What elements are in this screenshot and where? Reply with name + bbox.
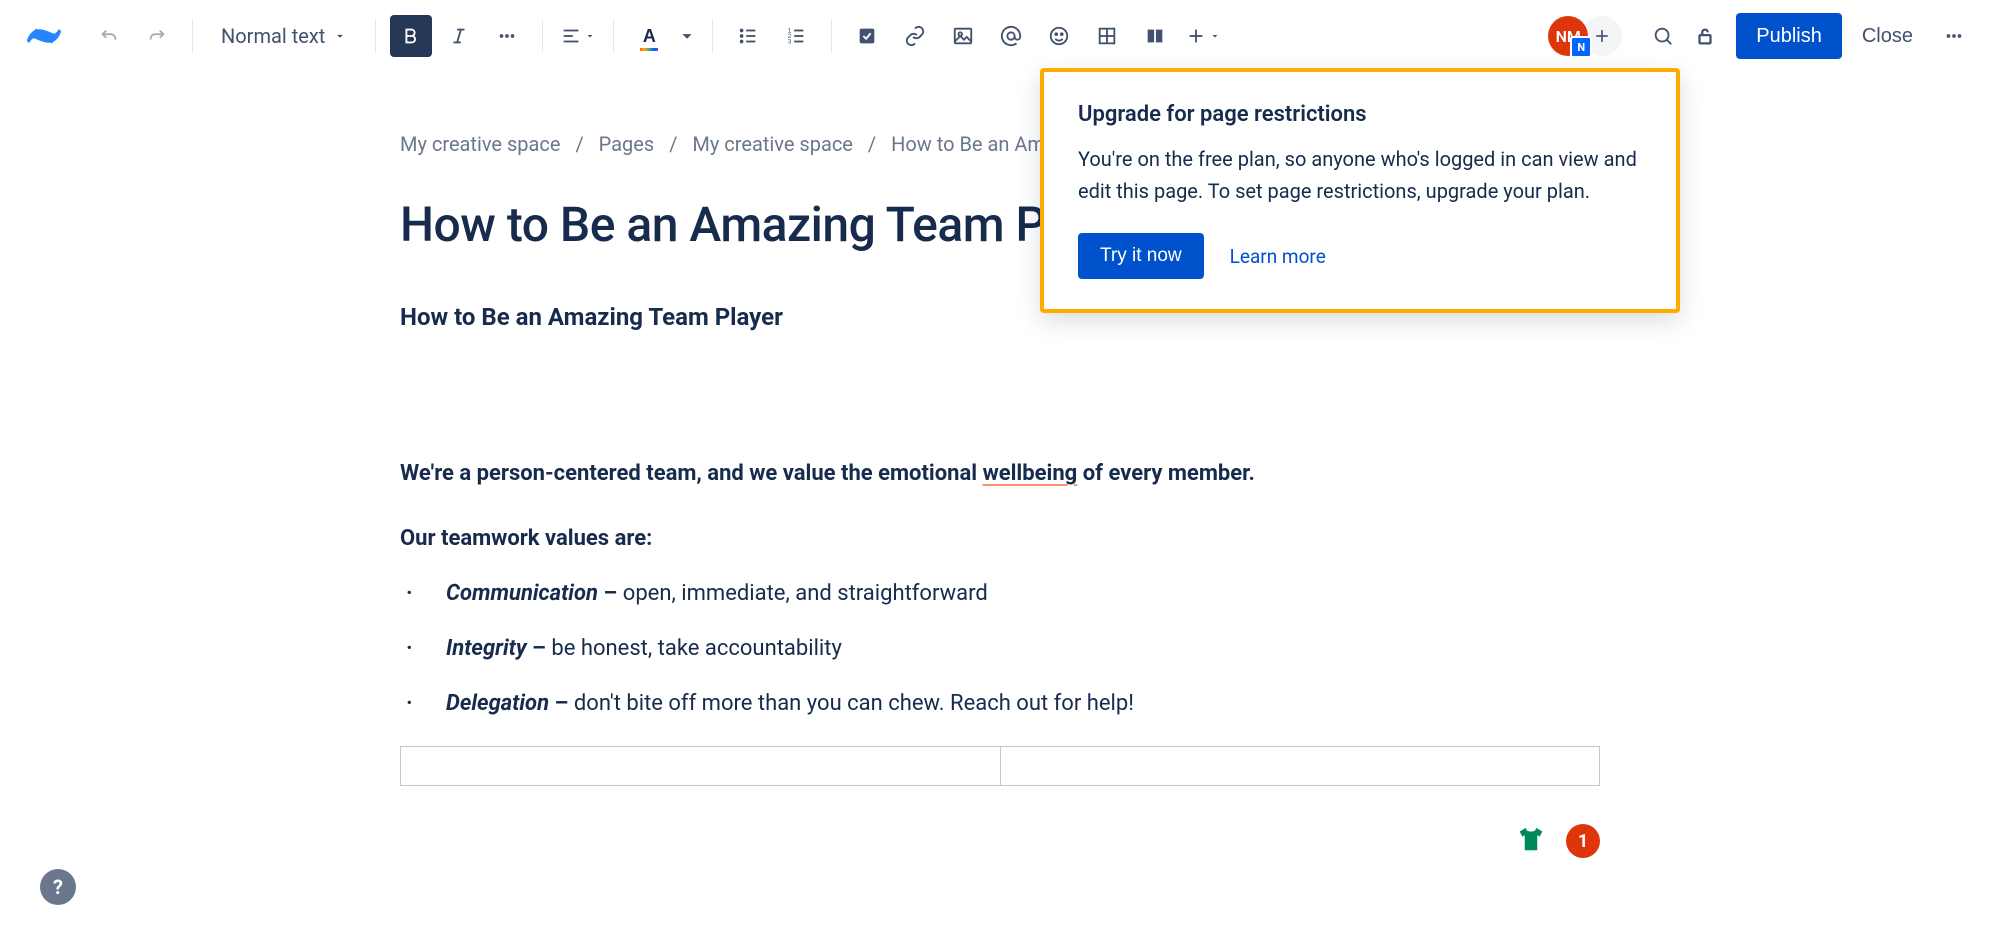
text-style-label: Normal text [221,24,325,48]
close-button[interactable]: Close [1842,13,1933,59]
help-button[interactable]: ? [40,869,76,905]
value-dash: – [598,581,623,606]
list-item[interactable]: Integrity – be honest, take accountabili… [400,636,1600,661]
confluence-logo[interactable] [24,16,64,56]
value-term: Integrity [446,636,527,661]
editor-toolbar: Normal text A 123 NM N [0,0,1999,72]
restrictions-button[interactable] [1684,15,1726,57]
text-color-dropdown[interactable] [676,15,698,57]
breadcrumb-item[interactable]: My creative space [692,132,852,156]
value-dash: – [527,636,552,661]
list-item[interactable]: Communication – open, immediate, and str… [400,581,1600,606]
intro-text: We're a person-centered team, and we val… [400,461,983,486]
emoji-button[interactable] [1038,15,1080,57]
svg-text:3: 3 [788,38,792,45]
intro-underlined: wellbeing [983,461,1078,486]
value-term: Delegation [446,691,549,716]
breadcrumb-separator: / [868,132,876,156]
toolbar-separator [542,20,543,52]
undo-button[interactable] [88,15,130,57]
values-list[interactable]: Communication – open, immediate, and str… [400,581,1600,716]
bullet-list-button[interactable] [727,15,769,57]
chevron-down-icon [1209,25,1221,47]
numbered-list-button[interactable]: 123 [775,15,817,57]
user-avatar[interactable]: NM N [1548,16,1588,56]
notification-badge[interactable]: 1 [1566,824,1600,858]
toolbar-separator [375,20,376,52]
popover-title: Upgrade for page restrictions [1078,102,1642,127]
more-actions-button[interactable] [1933,15,1975,57]
chevron-down-icon [584,25,596,47]
intro-text: of every member. [1077,461,1255,486]
align-dropdown[interactable] [557,15,599,57]
value-dash: – [549,691,574,716]
breadcrumb-item[interactable]: Pages [599,132,655,156]
toolbar-separator [192,20,193,52]
value-term: Communication [446,581,598,606]
values-heading[interactable]: Our teamwork values are: [400,526,1600,551]
collaborators: NM N [1548,16,1622,56]
bold-button[interactable] [390,15,432,57]
insert-dropdown[interactable] [1182,15,1224,57]
value-desc: open, immediate, and straightforward [623,581,988,606]
list-item[interactable]: Delegation – don't bite off more than yo… [400,691,1600,716]
link-button[interactable] [894,15,936,57]
table-button[interactable] [1086,15,1128,57]
layouts-button[interactable] [1134,15,1176,57]
breadcrumb-separator: / [575,132,583,156]
toolbar-separator [712,20,713,52]
shirt-icon[interactable] [1516,824,1546,858]
try-it-now-button[interactable]: Try it now [1078,233,1204,279]
text-style-dropdown[interactable]: Normal text [207,15,361,57]
toolbar-separator [613,20,614,52]
mention-button[interactable] [990,15,1032,57]
more-formatting-button[interactable] [486,15,528,57]
intro-paragraph[interactable]: We're a person-centered team, and we val… [400,461,1600,486]
action-item-button[interactable] [846,15,888,57]
breadcrumb-item[interactable]: My creative space [400,132,560,156]
breadcrumb-separator: / [669,132,677,156]
value-desc: be honest, take accountability [551,636,842,661]
learn-more-link[interactable]: Learn more [1230,245,1326,268]
toolbar-separator [831,20,832,52]
color-swatch [640,48,658,51]
chevron-down-icon [676,25,698,47]
find-replace-button[interactable] [1642,15,1684,57]
redo-button[interactable] [136,15,178,57]
value-desc: don't bite off more than you can chew. R… [574,691,1134,716]
italic-button[interactable] [438,15,480,57]
image-button[interactable] [942,15,984,57]
table-element[interactable] [400,746,1600,786]
upgrade-popover: Upgrade for page restrictions You're on … [1040,68,1680,313]
text-color-button[interactable]: A [628,15,670,57]
chevron-down-icon [333,29,347,43]
avatar-badge: N [1570,36,1592,58]
popover-actions: Try it now Learn more [1078,233,1642,279]
publish-button[interactable]: Publish [1736,13,1842,59]
popover-body: You're on the free plan, so anyone who's… [1078,143,1642,207]
